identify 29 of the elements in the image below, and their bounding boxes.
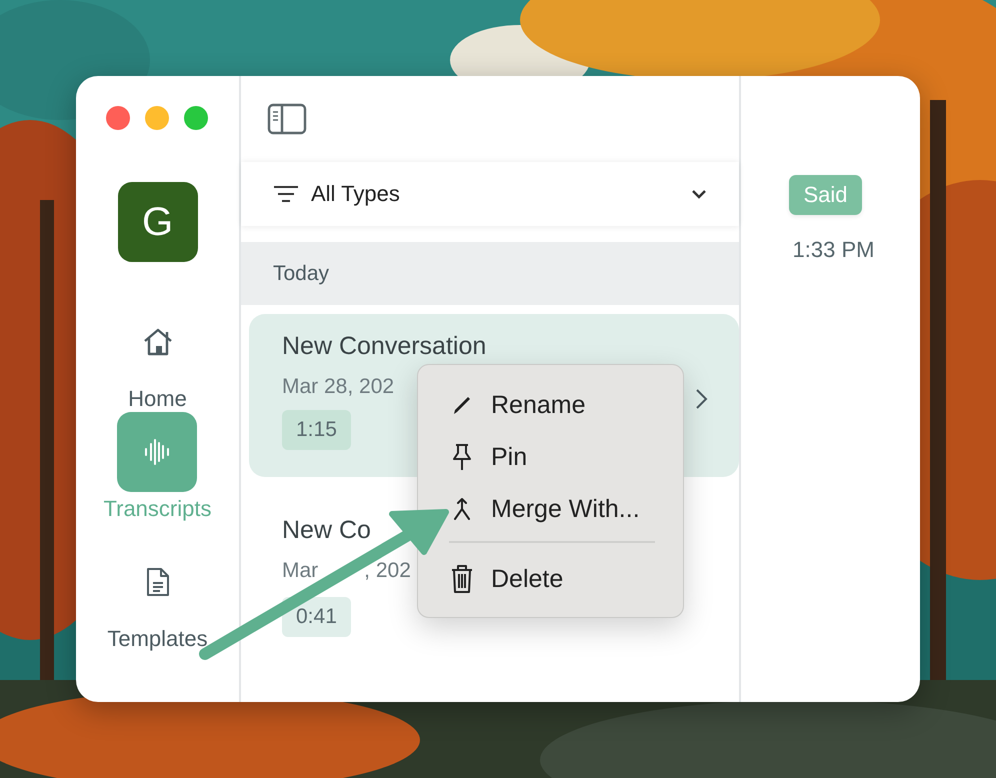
type-filter-dropdown[interactable]: All Types: [241, 162, 739, 226]
menu-item[interactable]: Delete: [449, 553, 655, 605]
message-time: 1:33 PM: [792, 237, 874, 263]
conversation-title: New Co: [282, 516, 371, 545]
document-icon: [146, 567, 170, 597]
chevron-down-icon: [691, 189, 707, 199]
minimize-button[interactable]: [144, 106, 168, 130]
zoom-button[interactable]: [184, 106, 208, 130]
trash-icon: [450, 564, 474, 594]
nav-item[interactable]: Templates: [107, 542, 208, 652]
avatar[interactable]: G: [118, 182, 198, 262]
duration-badge: 1:15: [282, 410, 351, 450]
close-button[interactable]: [106, 106, 130, 130]
pin-icon: [451, 443, 473, 471]
waveform-icon: [144, 438, 170, 466]
filter-icon: [273, 185, 299, 203]
conversation-title: New Conversation: [282, 332, 486, 361]
conversation-date: Mar 28, 202: [282, 375, 394, 399]
menu-item[interactable]: Rename: [449, 379, 655, 431]
menu-item[interactable]: Merge With...: [449, 483, 655, 535]
section-header: Today: [241, 242, 739, 305]
chevron-right-icon: [695, 388, 709, 410]
conversation-date: , 202: [364, 559, 411, 583]
speaker-badge: Said: [789, 175, 862, 215]
merge-icon: [451, 497, 473, 521]
sidebar-toggle-icon[interactable]: [267, 103, 307, 135]
conversation-date: Mar: [282, 559, 318, 583]
nav-item[interactable]: Home: [118, 302, 198, 412]
pencil-icon: [451, 394, 473, 416]
